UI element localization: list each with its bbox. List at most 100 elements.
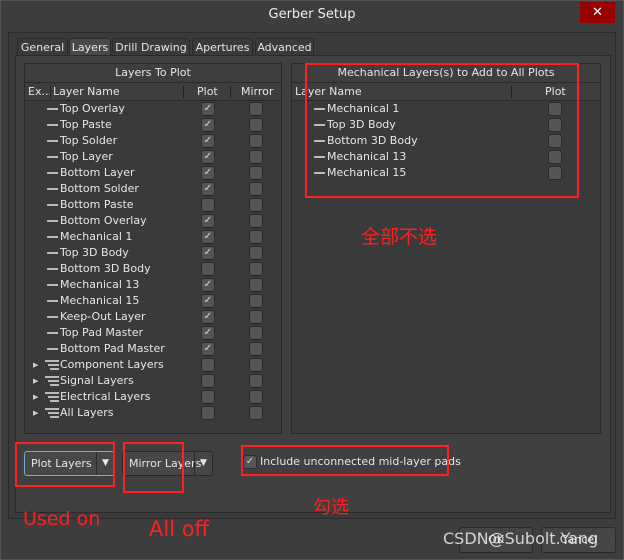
table-row[interactable]: Mechanical 13 ✓	[25, 277, 281, 293]
layer-stack-icon	[45, 408, 59, 418]
table-row[interactable]: Top Pad Master ✓	[25, 325, 281, 341]
layer-name: Top Solder	[60, 134, 118, 147]
tab-layers[interactable]: Layers	[69, 38, 111, 56]
tab-drill-drawing[interactable]: Drill Drawing	[112, 38, 190, 56]
plot-checkbox[interactable]: ✓	[201, 214, 215, 228]
plot-checkbox[interactable]	[201, 374, 215, 388]
table-row[interactable]: Mechanical 15 ✓	[25, 293, 281, 309]
plot-checkbox[interactable]	[201, 262, 215, 276]
plot-checkbox[interactable]: ✓	[201, 118, 215, 132]
plot-checkbox[interactable]: ✓	[201, 310, 215, 324]
table-row[interactable]: Bottom 3D Body	[25, 261, 281, 277]
expand-arrow-icon[interactable]: ▶	[33, 405, 38, 421]
plot-checkbox[interactable]	[201, 358, 215, 372]
column-header: Ex... Layer Name Plot Mirror	[25, 83, 281, 101]
layer-stack-icon	[45, 376, 59, 386]
expand-arrow-icon[interactable]: ▶	[33, 373, 38, 389]
mirror-checkbox[interactable]	[249, 342, 263, 356]
layer-name: Bottom Layer	[60, 166, 135, 179]
layer-name: Mechanical 1	[60, 230, 133, 243]
layer-line-icon	[47, 284, 58, 286]
col-plot[interactable]: Plot	[197, 83, 218, 100]
table-row[interactable]: Top Overlay ✓	[25, 101, 281, 117]
mirror-checkbox[interactable]	[249, 246, 263, 260]
plot-checkbox[interactable]: ✓	[201, 230, 215, 244]
mirror-checkbox[interactable]	[249, 358, 263, 372]
plot-checkbox[interactable]	[201, 390, 215, 404]
plot-checkbox[interactable]	[201, 406, 215, 420]
plot-checkbox[interactable]: ✓	[201, 166, 215, 180]
plot-checkbox[interactable]: ✓	[201, 294, 215, 308]
plot-checkbox[interactable]: ✓	[201, 134, 215, 148]
plot-checkbox[interactable]: ✓	[201, 102, 215, 116]
mirror-checkbox[interactable]	[249, 406, 263, 420]
mirror-checkbox[interactable]	[249, 390, 263, 404]
plot-checkbox[interactable]: ✓	[201, 278, 215, 292]
watermark: CSDN@Subolt.Yang	[443, 529, 599, 548]
col-layer-name[interactable]: Layer Name	[53, 83, 120, 100]
mirror-checkbox[interactable]	[249, 166, 263, 180]
table-row[interactable]: Keep-Out Layer ✓	[25, 309, 281, 325]
table-row[interactable]: Bottom Paste	[25, 197, 281, 213]
table-row[interactable]: Bottom Solder ✓	[25, 181, 281, 197]
layer-name: Top Overlay	[60, 102, 125, 115]
mirror-checkbox[interactable]	[249, 310, 263, 324]
mirror-checkbox[interactable]	[249, 262, 263, 276]
layer-line-icon	[47, 204, 58, 206]
layer-name: Component Layers	[60, 358, 164, 371]
mirror-checkbox[interactable]	[249, 326, 263, 340]
table-row[interactable]: Top 3D Body ✓	[25, 245, 281, 261]
layer-line-icon	[47, 332, 58, 334]
layer-name: Bottom Pad Master	[60, 342, 165, 355]
mirror-checkbox[interactable]	[249, 182, 263, 196]
table-row[interactable]: Mechanical 1 ✓	[25, 229, 281, 245]
plot-checkbox[interactable]: ✓	[201, 150, 215, 164]
layer-stack-icon	[45, 360, 59, 370]
col-mirror[interactable]: Mirror	[241, 83, 273, 100]
annotation-text-right: 全部不选	[361, 226, 438, 248]
layer-line-icon	[47, 188, 58, 190]
mirror-checkbox[interactable]	[249, 198, 263, 212]
plot-checkbox[interactable]: ✓	[201, 182, 215, 196]
layer-line-icon	[47, 156, 58, 158]
layer-name: Bottom Paste	[60, 198, 134, 211]
tab-apertures[interactable]: Apertures	[192, 38, 253, 56]
mirror-checkbox[interactable]	[249, 374, 263, 388]
mirror-checkbox[interactable]	[249, 102, 263, 116]
mirror-checkbox[interactable]	[249, 278, 263, 292]
table-row[interactable]: ▶ Electrical Layers	[25, 389, 281, 405]
annotation-box-include	[241, 445, 449, 476]
mirror-checkbox[interactable]	[249, 150, 263, 164]
layer-name: Bottom 3D Body	[60, 262, 151, 275]
table-row[interactable]: ▶ Signal Layers	[25, 373, 281, 389]
close-button[interactable]: ✕	[580, 2, 615, 23]
table-row[interactable]: Bottom Layer ✓	[25, 165, 281, 181]
expand-arrow-icon[interactable]: ▶	[33, 357, 38, 373]
table-row[interactable]: ▶ Component Layers	[25, 357, 281, 373]
table-row[interactable]: ▶ All Layers	[25, 405, 281, 421]
plot-checkbox[interactable]: ✓	[201, 246, 215, 260]
mirror-checkbox[interactable]	[249, 214, 263, 228]
layer-stack-icon	[45, 392, 59, 402]
panel-title: Layers To Plot	[25, 64, 281, 83]
tab-advanced[interactable]: Advanced	[255, 38, 314, 56]
table-row[interactable]: Bottom Overlay ✓	[25, 213, 281, 229]
mirror-checkbox[interactable]	[249, 230, 263, 244]
table-row[interactable]: Top Layer ✓	[25, 149, 281, 165]
tab-general[interactable]: General	[17, 38, 68, 56]
table-row[interactable]: Top Paste ✓	[25, 117, 281, 133]
col-expand[interactable]: Ex...	[28, 83, 52, 100]
plot-checkbox[interactable]: ✓	[201, 326, 215, 340]
expand-arrow-icon[interactable]: ▶	[33, 389, 38, 405]
table-row[interactable]: Bottom Pad Master ✓	[25, 341, 281, 357]
mirror-checkbox[interactable]	[249, 134, 263, 148]
plot-checkbox[interactable]	[201, 198, 215, 212]
plot-checkbox[interactable]: ✓	[201, 342, 215, 356]
layer-name: Keep-Out Layer	[60, 310, 146, 323]
mirror-checkbox[interactable]	[249, 294, 263, 308]
table-row[interactable]: Top Solder ✓	[25, 133, 281, 149]
mirror-checkbox[interactable]	[249, 118, 263, 132]
layer-name: Bottom Solder	[60, 182, 139, 195]
layer-name: Mechanical 13	[60, 278, 140, 291]
layer-line-icon	[47, 172, 58, 174]
